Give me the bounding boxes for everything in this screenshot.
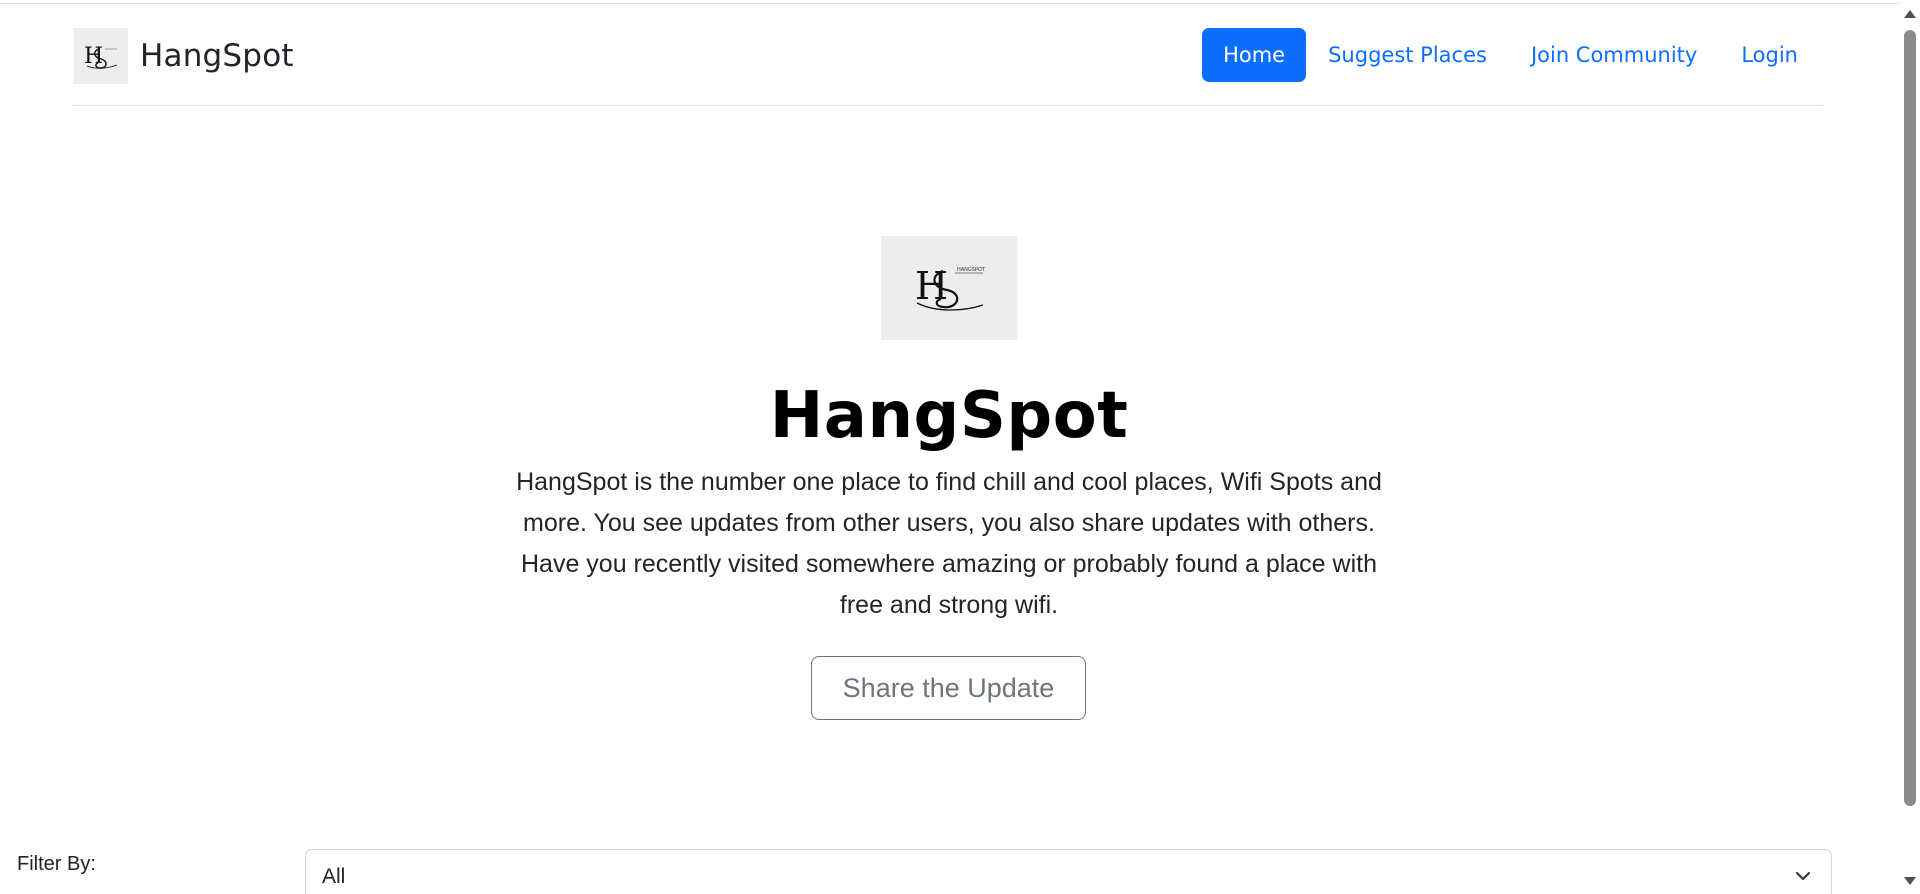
nav-join-community[interactable]: Join Community bbox=[1509, 28, 1719, 82]
hangspot-logo-icon: H HANGSPOT bbox=[881, 236, 1017, 340]
top-divider bbox=[0, 0, 1920, 4]
scroll-down-icon[interactable] bbox=[1904, 877, 1916, 885]
brand-link[interactable]: H HangSpot bbox=[74, 28, 294, 84]
svg-text:H: H bbox=[84, 44, 103, 69]
nav-home[interactable]: Home bbox=[1202, 28, 1307, 82]
filter-selected-value: All bbox=[322, 865, 346, 888]
main-nav: Home Suggest Places Join Community Login bbox=[1202, 28, 1820, 82]
hero-title: HangSpot bbox=[769, 379, 1129, 453]
chevron-down-icon bbox=[1795, 871, 1811, 881]
share-update-button[interactable]: Share the Update bbox=[811, 656, 1086, 720]
brand-name: HangSpot bbox=[140, 38, 294, 74]
scroll-up-icon[interactable] bbox=[1904, 10, 1916, 18]
svg-text:HANGSPOT: HANGSPOT bbox=[957, 267, 986, 273]
svg-text:H: H bbox=[915, 264, 948, 308]
nav-login[interactable]: Login bbox=[1719, 28, 1820, 82]
navbar: H HangSpot Home Suggest Places Join Comm… bbox=[73, 5, 1823, 106]
page: H HangSpot Home Suggest Places Join Comm… bbox=[0, 0, 1920, 894]
scrollbar-thumb[interactable] bbox=[1904, 30, 1916, 806]
filter-select[interactable]: All bbox=[305, 849, 1832, 894]
hero-description: HangSpot is the number one place to find… bbox=[516, 468, 1382, 619]
hangspot-logo-icon: H bbox=[74, 28, 128, 84]
vertical-scrollbar[interactable] bbox=[1900, 0, 1920, 894]
nav-suggest-places[interactable]: Suggest Places bbox=[1306, 28, 1509, 82]
filter-label: Filter By: bbox=[17, 853, 96, 875]
